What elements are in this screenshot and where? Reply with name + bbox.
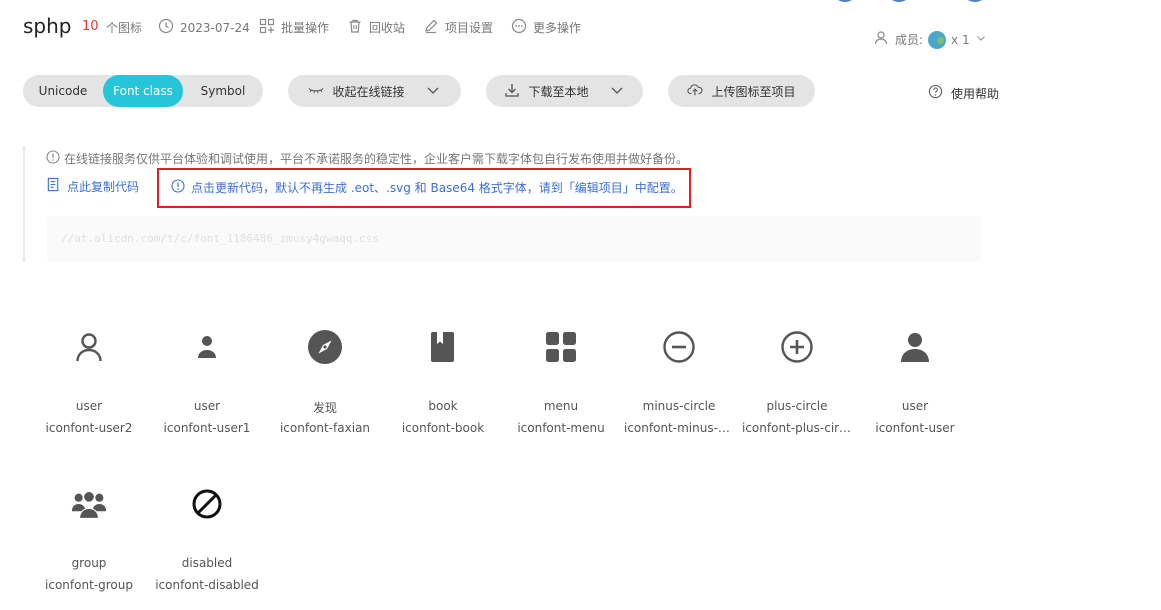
user-small-icon [148,327,266,367]
icon-card[interactable]: minus-circle iconfont-minus-c... [620,327,738,435]
download-button[interactable]: 下载至本地 [486,75,643,107]
user-outline-icon [30,327,148,367]
tab-symbol[interactable]: Symbol [183,75,263,107]
more-ops-label: 更多操作 [533,21,582,35]
icon-name: user [901,399,929,413]
eye-closed-icon [308,82,325,101]
format-tabs: Unicode Font class Symbol [23,75,263,107]
more-dots-icon [511,18,527,37]
update-code-highlight: 点击更新代码，默认不再生成 .eot、.svg 和 Base64 格式字体，请到… [157,168,691,208]
project-settings-button[interactable]: 项目设置 [423,18,493,37]
collapse-link-button[interactable]: 收起在线链接 [288,75,461,107]
icon-name: minus-circle [642,399,716,413]
members-label: 成员: [895,33,924,47]
batch-ops-label: 批量操作 [281,21,330,35]
icon-card[interactable]: group iconfont-group [30,484,148,592]
notice-text: 在线链接服务仅供平台体验和调试使用，平台不承诺服务的稳定性，企业客户需下载字体包… [64,152,689,166]
icon-name: plus-circle [766,399,828,413]
icon-code: iconfont-plus-circle [742,421,856,435]
icon-card[interactable]: 发现 iconfont-faxian [266,327,384,435]
info-icon [171,179,185,196]
icon-code: iconfont-user2 [45,421,133,435]
update-code-text: 点击更新代码，默认不再生成 .eot、.svg 和 Base64 格式字体，请到… [191,181,683,195]
icon-name: menu [543,399,579,413]
upload-button[interactable]: 上传图标至项目 [668,75,815,107]
icon-name: user [75,399,103,413]
plus-circle-icon [738,327,856,367]
service-notice: 在线链接服务仅供平台体验和调试使用，平台不承诺服务的稳定性，企业客户需下载字体包… [46,150,688,167]
members-count: x 1 [951,32,970,47]
menu-grid-icon [502,327,620,367]
icon-code: iconfont-book [401,421,485,435]
icon-card[interactable]: disabled iconfont-disabled [148,484,266,592]
cloud-upload-icon [687,82,704,101]
icon-name: group [71,556,107,570]
collapse-link-label: 收起在线链接 [332,84,405,99]
icon-card[interactable]: menu iconfont-menu [502,327,620,435]
project-settings-label: 项目设置 [445,21,494,35]
update-code-link[interactable]: 点击更新代码，默认不再生成 .eot、.svg 和 Base64 格式字体，请到… [171,179,683,196]
date-text: 2023-07-24 [180,20,250,35]
user-filled-icon [856,327,974,367]
icon-card[interactable]: plus-circle iconfont-plus-circle [738,327,856,435]
minus-circle-icon [620,327,738,367]
members-dropdown[interactable]: 成员: x 1 [874,30,987,49]
disabled-icon [148,484,266,524]
tab-font-class[interactable]: Font class [103,75,183,107]
group-icon [30,484,148,524]
download-icon [504,82,520,101]
copy-document-icon [46,177,61,195]
icon-code: iconfont-menu [517,421,605,435]
compass-icon [266,327,384,367]
copy-code-label: 点此复制代码 [67,179,140,194]
icon-card[interactable]: user iconfont-user2 [30,327,148,435]
icon-name: book [428,399,458,413]
icon-code: iconfont-disabled [155,578,259,592]
created-date: 2023-07-24 [158,18,250,37]
more-ops-button[interactable]: 更多操作 [511,18,581,37]
chevron-down-icon [609,82,625,101]
book-icon [384,327,502,367]
batch-ops-button[interactable]: 批量操作 [259,18,329,37]
help-link[interactable]: 使用帮助 [928,84,999,102]
upload-label: 上传图标至项目 [711,84,796,99]
icon-code: iconfont-group [45,578,133,592]
clock-icon [158,18,174,37]
help-label: 使用帮助 [951,86,1000,101]
css-url-box[interactable]: //at.alicdn.com/t/c/font_1186486_zmusy4g… [47,216,981,262]
icon-card[interactable]: book iconfont-book [384,327,502,435]
avatar [928,30,947,49]
recycle-bin-label: 回收站 [369,21,406,35]
icon-count-label: 个图标 [106,21,143,35]
chevron-down-icon [425,82,441,101]
trash-icon [347,18,363,37]
icon-count: 10 [82,19,99,34]
members-icon [874,30,890,49]
info-icon [46,150,60,167]
copy-code-link[interactable]: 点此复制代码 [46,177,139,195]
tab-unicode[interactable]: Unicode [23,75,103,107]
project-title: sphp [23,14,72,38]
icon-name: 发现 [312,401,337,415]
icon-name: user [193,399,221,413]
css-url-text: //at.alicdn.com/t/c/font_1186486_zmusy4g… [61,232,379,245]
icon-code: iconfont-faxian [279,421,371,435]
icon-code: iconfont-user1 [163,421,251,435]
download-label: 下载至本地 [528,84,589,99]
chevron-down-icon [975,32,987,47]
icon-card[interactable]: user iconfont-user1 [148,327,266,435]
icon-code: iconfont-user [875,421,955,435]
recycle-bin-button[interactable]: 回收站 [347,18,405,37]
panel-divider [23,146,25,262]
help-question-icon [928,84,943,102]
icon-card[interactable]: user iconfont-user [856,327,974,435]
icon-name: disabled [181,556,233,570]
edit-pencil-icon [423,18,439,37]
icon-code: iconfont-minus-c... [624,421,736,435]
batch-grid-icon [259,18,275,37]
